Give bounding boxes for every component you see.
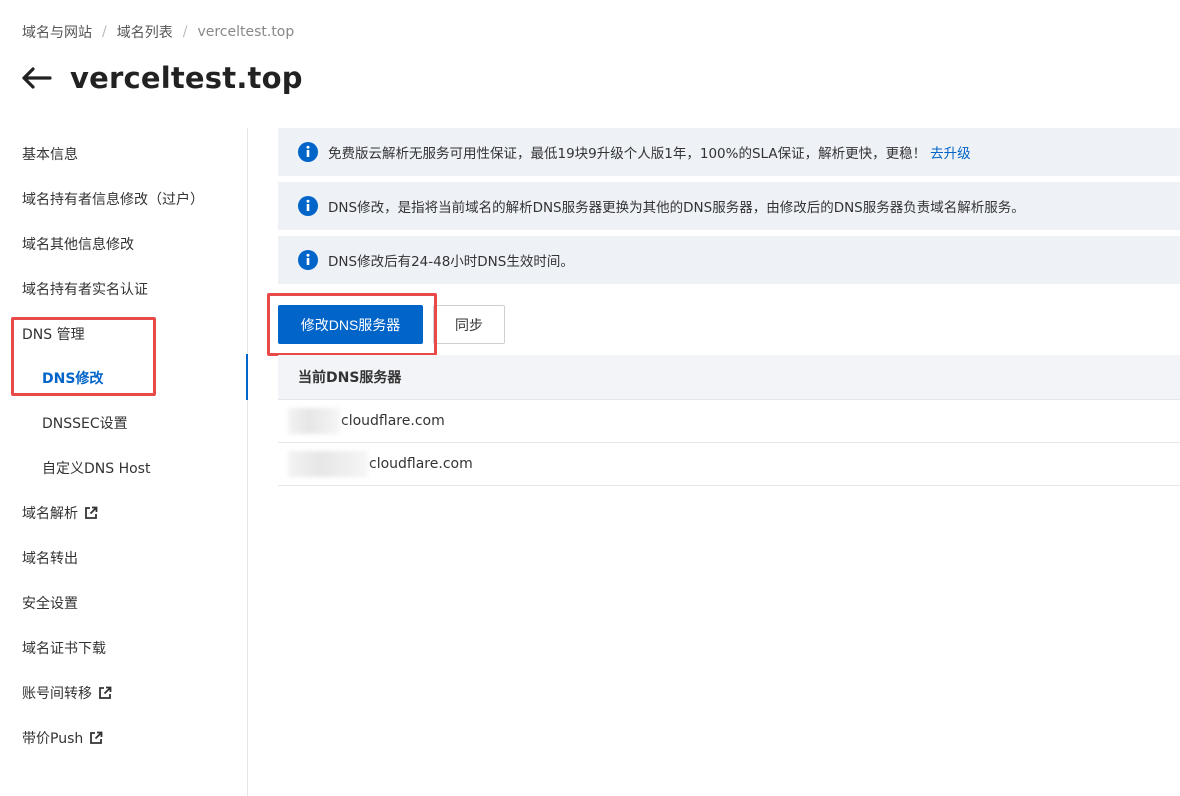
alert-dns-explain: DNS修改，是指将当前域名的解析DNS服务器更换为其他的DNS服务器，由修改后的… — [278, 182, 1180, 230]
sidebar-item-custom-dns-host[interactable]: 自定义DNS Host — [42, 456, 150, 480]
sidebar-item-label: 安全设置 — [22, 596, 78, 612]
sidebar-item-label: 域名解析 — [22, 506, 78, 522]
sidebar-item-label: DNS 管理 — [22, 327, 85, 343]
alert-text: DNS修改，是指将当前域名的解析DNS服务器更换为其他的DNS服务器，由修改后的… — [328, 200, 1025, 216]
sidebar-item-dns-resolve[interactable]: 域名解析 — [22, 501, 98, 525]
sidebar-item-dns-modify[interactable]: DNS修改 — [42, 366, 103, 390]
breadcrumb-item-domains-websites[interactable]: 域名与网站 — [22, 22, 92, 42]
breadcrumb: 域名与网站 / 域名列表 / verceltest.top — [22, 22, 294, 42]
info-icon — [298, 196, 318, 216]
active-indicator — [246, 354, 248, 400]
dns-server-value: cloudflare.com — [341, 413, 445, 429]
table-row: cloudflare.com — [278, 443, 1180, 486]
table-row: cloudflare.com — [278, 400, 1180, 443]
breadcrumb-separator: / — [182, 24, 188, 40]
sidebar-item-dnssec[interactable]: DNSSEC设置 — [42, 411, 128, 435]
sidebar-item-label: 带价Push — [22, 731, 84, 747]
redacted-text — [288, 408, 340, 434]
redacted-text — [288, 451, 368, 477]
breadcrumb-item-domain-list[interactable]: 域名列表 — [117, 22, 173, 42]
sidebar-item-holder-transfer[interactable]: 域名持有者信息修改（过户） — [22, 187, 204, 211]
dns-server-value: cloudflare.com — [369, 456, 473, 472]
sidebar-item-label: 账号间转移 — [22, 686, 92, 702]
modify-dns-button[interactable]: 修改DNS服务器 — [278, 305, 423, 344]
alert-text: DNS修改后有24-48小时DNS生效时间。 — [328, 254, 574, 270]
sidebar-item-label: DNS修改 — [42, 371, 104, 387]
sidebar-item-security[interactable]: 安全设置 — [22, 591, 78, 615]
breadcrumb-separator: / — [102, 24, 107, 40]
info-icon — [298, 142, 318, 162]
page-title: verceltest.top — [70, 61, 303, 95]
dns-server-table: 当前DNS服务器 cloudflare.com cloudflare.com — [278, 355, 1180, 486]
sidebar-item-label: 基本信息 — [22, 147, 78, 163]
sidebar-item-transfer-out[interactable]: 域名转出 — [22, 546, 78, 570]
alert-text: 免费版云解析无服务可用性保证，最低19块9升级个人版1年，100%的SLA保证，… — [328, 146, 927, 162]
external-link-icon — [98, 686, 112, 700]
sidebar-item-label: 域名转出 — [22, 551, 78, 567]
sidebar-item-paid-push[interactable]: 带价Push — [22, 726, 103, 750]
sidebar-item-certificate[interactable]: 域名证书下载 — [22, 636, 106, 660]
sidebar-item-other-info[interactable]: 域名其他信息修改 — [22, 232, 134, 256]
sidebar-item-label: DNSSEC设置 — [42, 416, 128, 432]
sidebar-nav: 基本信息 域名持有者信息修改（过户） 域名其他信息修改 域名持有者实名认证 DN… — [0, 128, 248, 796]
external-link-icon — [84, 506, 98, 520]
sidebar-item-label: 域名持有者信息修改（过户） — [22, 192, 204, 208]
sidebar-item-account-transfer[interactable]: 账号间转移 — [22, 681, 112, 705]
external-link-icon — [89, 731, 103, 745]
sidebar-item-label: 域名证书下载 — [22, 641, 106, 657]
sidebar-item-label: 域名持有者实名认证 — [22, 282, 148, 298]
sidebar-item-basic-info[interactable]: 基本信息 — [22, 142, 78, 166]
sidebar-item-real-name[interactable]: 域名持有者实名认证 — [22, 277, 148, 301]
alert-upgrade: 免费版云解析无服务可用性保证，最低19块9升级个人版1年，100%的SLA保证，… — [278, 128, 1180, 176]
sync-button[interactable]: 同步 — [433, 305, 505, 344]
sidebar-group-dns-management[interactable]: DNS 管理 — [22, 322, 85, 346]
upgrade-link[interactable]: 去升级 — [930, 142, 971, 162]
breadcrumb-item-current: verceltest.top — [197, 24, 295, 40]
alert-dns-timing: DNS修改后有24-48小时DNS生效时间。 — [278, 236, 1180, 284]
sidebar-item-label: 域名其他信息修改 — [22, 237, 134, 253]
sidebar-item-label: 自定义DNS Host — [42, 461, 151, 477]
page-header: verceltest.top — [20, 58, 303, 98]
table-header: 当前DNS服务器 — [278, 355, 1180, 400]
arrow-left-icon[interactable] — [20, 58, 54, 98]
info-icon — [298, 250, 318, 270]
